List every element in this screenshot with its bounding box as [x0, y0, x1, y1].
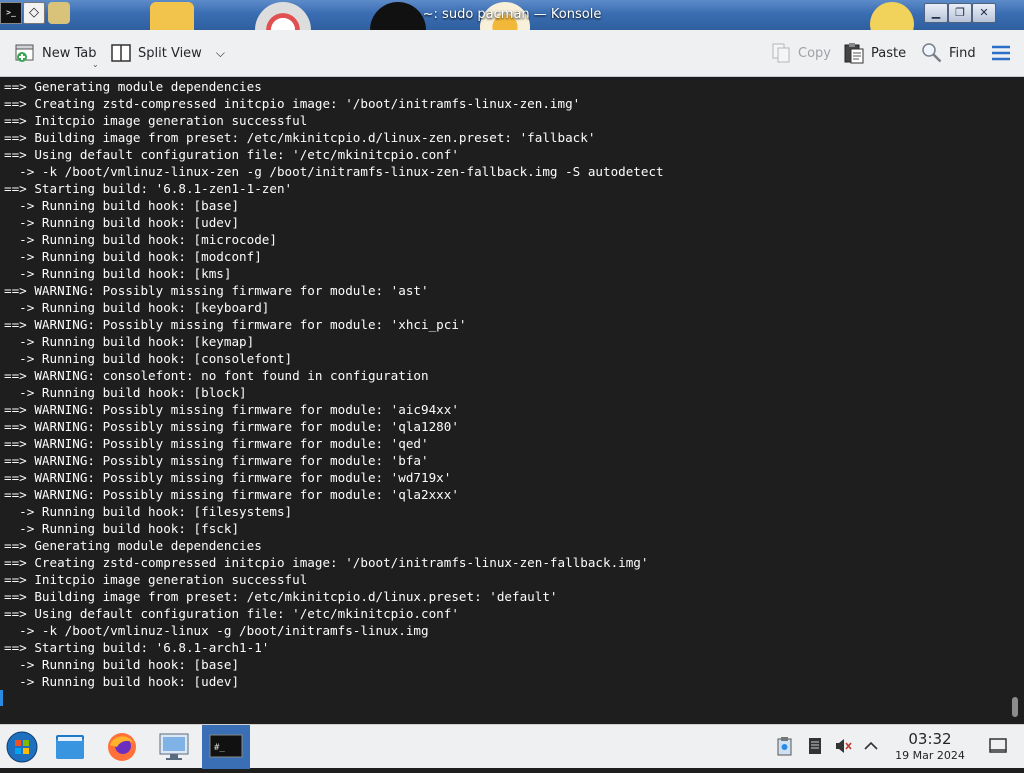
paste-label: Paste — [871, 45, 907, 61]
close-button[interactable]: ✕ — [972, 3, 996, 23]
terminal-line: -> Running build hook: [keyboard] — [4, 300, 270, 315]
terminal-line: -> Running build hook: [udev] — [4, 215, 240, 230]
chevron-down-icon[interactable]: ⌵ — [216, 46, 225, 61]
minimize-button[interactable]: ▁ — [924, 3, 948, 23]
konsole-icon: #_ — [209, 734, 243, 758]
clipboard-icon[interactable] — [775, 736, 795, 756]
copy-button[interactable]: Copy — [770, 38, 831, 68]
terminal-line: -> Running build hook: [base] — [4, 198, 240, 213]
hamburger-menu-icon — [990, 42, 1012, 64]
terminal-cursor — [0, 690, 3, 706]
new-tab-label: New Tab — [42, 45, 97, 61]
start-menu-icon — [6, 731, 38, 763]
terminal-line: ==> WARNING: Possibly missing firmware f… — [4, 453, 429, 468]
terminal-line: -> Running build hook: [microcode] — [4, 232, 277, 247]
show-desktop-icon — [989, 738, 1007, 753]
split-view-icon — [110, 42, 132, 64]
terminal-line: -> Running build hook: [modconf] — [4, 249, 262, 264]
terminal-line: -> Running build hook: [keymap] — [4, 334, 255, 349]
terminal-line: ==> WARNING: Possibly missing firmware f… — [4, 470, 452, 485]
split-view-label: Split View — [138, 45, 202, 61]
terminal-line: ==> Initcpio image generation successful — [4, 113, 308, 128]
system-settings-launcher[interactable] — [152, 725, 196, 769]
storage-icon[interactable] — [805, 736, 825, 756]
terminal-line: ==> WARNING: Possibly missing firmware f… — [4, 402, 459, 417]
konsole-toolbar: New Tab ⌄ Split View ⌵ Copy Paste Find — [0, 30, 1024, 77]
file-manager-icon — [56, 735, 84, 759]
terminal-line: ==> Starting build: '6.8.1-arch1-1' — [4, 640, 270, 655]
maximize-button[interactable]: ❐ — [948, 3, 972, 23]
window-titlebar[interactable]: >_ ◇ ~: sudo pacman — Konsole ▁ ❐ ✕ — [0, 0, 1024, 30]
show-desktop-button[interactable] — [988, 736, 1008, 756]
clock-date[interactable]: 19 Mar 2024 — [880, 749, 980, 762]
split-view-button[interactable]: Split View ⌵ — [110, 38, 225, 68]
clock-time[interactable]: 03:32 — [890, 730, 970, 748]
terminal-line: ==> Building image from preset: /etc/mki… — [4, 130, 596, 145]
expand-tray-icon[interactable] — [861, 736, 881, 756]
volume-muted-icon[interactable] — [833, 736, 853, 756]
terminal-line: -> Running build hook: [udev] — [4, 674, 240, 689]
terminal-line: ==> Creating zstd-compressed initcpio im… — [4, 96, 581, 111]
terminal-line: ==> WARNING: Possibly missing firmware f… — [4, 283, 429, 298]
search-icon — [921, 42, 943, 64]
terminal-line: -> -k /boot/vmlinuz-linux -g /boot/initr… — [4, 623, 429, 638]
terminal-line: ==> Starting build: '6.8.1-zen1-1-zen' — [4, 181, 293, 196]
firefox-icon — [108, 733, 136, 761]
terminal-line: -> Running build hook: [kms] — [4, 266, 232, 281]
system-settings-icon — [159, 733, 189, 760]
terminal-line: ==> WARNING: consolefont: no font found … — [4, 368, 429, 383]
terminal-line: ==> Creating zstd-compressed initcpio im… — [4, 555, 649, 570]
terminal-line: -> Running build hook: [consolefont] — [4, 351, 293, 366]
terminal-line: -> -k /boot/vmlinuz-linux-zen -g /boot/i… — [4, 164, 664, 179]
taskbar: #_ 03:32 19 Mar 2024 — [0, 724, 1024, 769]
start-menu-button[interactable] — [0, 725, 44, 769]
terminal-line: ==> Initcpio image generation successful — [4, 572, 308, 587]
new-tab-button[interactable]: New Tab — [14, 38, 97, 68]
window-title: ~: sudo pacman — Konsole — [422, 7, 602, 22]
terminal-line: ==> WARNING: Possibly missing firmware f… — [4, 419, 459, 434]
paste-icon — [843, 42, 865, 64]
terminal-line: ==> Generating module dependencies — [4, 538, 262, 553]
file-manager-launcher[interactable] — [48, 725, 92, 769]
terminal-line: ==> Building image from preset: /etc/mki… — [4, 589, 558, 604]
terminal-lines: ==> Generating module dependencies ==> Cr… — [4, 78, 664, 690]
terminal-line: ==> Using default configuration file: '/… — [4, 606, 459, 621]
terminal-line: -> Running build hook: [filesystems] — [4, 504, 293, 519]
copy-label: Copy — [798, 45, 831, 61]
terminal-line: -> Running build hook: [base] — [4, 657, 240, 672]
copy-icon — [770, 42, 792, 64]
terminal-line: ==> WARNING: Possibly missing firmware f… — [4, 436, 429, 451]
terminal-line: -> Running build hook: [fsck] — [4, 521, 240, 536]
svg-text:#_: #_ — [214, 743, 225, 753]
new-tab-menu-arrow-icon[interactable]: ⌄ — [92, 60, 99, 69]
find-button[interactable]: Find — [921, 38, 976, 68]
terminal-line: ==> Using default configuration file: '/… — [4, 147, 459, 162]
paste-button[interactable]: Paste — [843, 38, 906, 68]
terminal-line: ==> WARNING: Possibly missing firmware f… — [4, 487, 459, 502]
terminal-output-area[interactable]: ==> Generating module dependencies ==> Cr… — [0, 77, 1024, 724]
new-tab-icon — [14, 42, 36, 64]
konsole-launcher[interactable]: #_ — [202, 725, 250, 769]
terminal-line: -> Running build hook: [block] — [4, 385, 247, 400]
firefox-launcher[interactable] — [100, 725, 144, 769]
terminal-line: ==> Generating module dependencies — [4, 79, 262, 94]
hamburger-menu-button[interactable] — [990, 38, 1012, 68]
find-label: Find — [949, 45, 976, 61]
terminal-scrollbar[interactable] — [1012, 697, 1018, 717]
terminal-line: ==> WARNING: Possibly missing firmware f… — [4, 317, 467, 332]
